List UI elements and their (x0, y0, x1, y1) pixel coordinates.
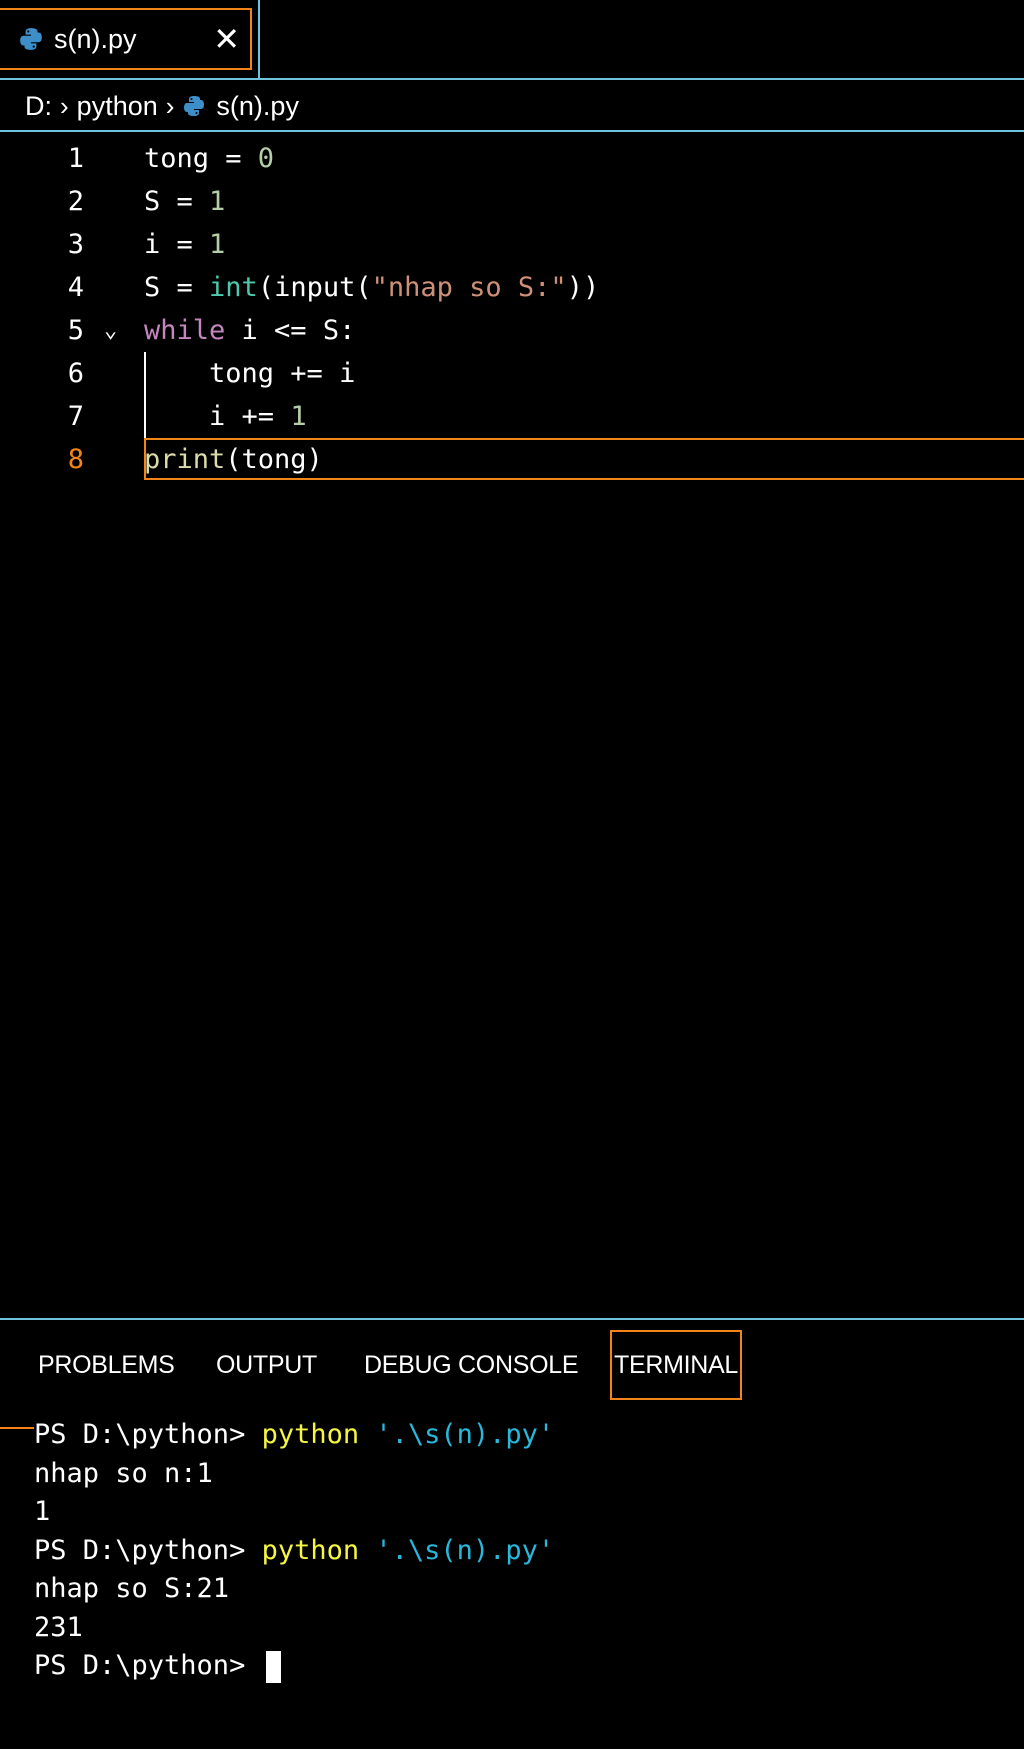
panel-tab-terminal[interactable]: TERMINAL (610, 1330, 743, 1400)
line-number: 4 (67, 272, 84, 303)
code-token: int (209, 272, 258, 303)
tab-label: s(n).py (54, 23, 137, 54)
code-token: 1 (290, 401, 307, 432)
line-number: 5 (67, 315, 84, 346)
terminal-line: PS D:\python> python '.\s(n).py' (34, 1532, 554, 1570)
code-token: (input( (257, 272, 372, 303)
breadcrumb-folder[interactable]: python (77, 91, 158, 122)
editor-tab[interactable]: s(n).py ✕ (0, 0, 260, 80)
code-editor[interactable]: 1 tong = 0 2 S = 1 3 i = 1 4 S = int(input("nha… (0, 134, 1024, 1318)
code-token: i <= S: (225, 315, 356, 346)
code-token: 0 (257, 143, 275, 174)
terminal-command: python (261, 1534, 360, 1566)
line-number: 8 (67, 444, 84, 475)
terminal-prompt: PS D:\python> (34, 1534, 262, 1566)
code-line[interactable]: 1 tong = 0 (0, 137, 1024, 180)
code-line[interactable]: 4 S = int(input("nhap so S:")) (0, 266, 1024, 309)
python-icon (20, 28, 42, 50)
panel-tab-problems[interactable]: PROBLEMS (38, 1330, 175, 1400)
terminal-line: PS D:\python> python '.\s(n).py' (34, 1416, 554, 1454)
terminal-marker (0, 1427, 34, 1429)
code-text: S = 1 (144, 180, 225, 223)
close-icon[interactable]: ✕ (213, 22, 240, 56)
code-token: 1 (209, 229, 226, 260)
terminal-line: nhap so S:21 (34, 1570, 229, 1608)
code-line[interactable]: 2 S = 1 (0, 180, 1024, 223)
terminal-output: 1 (34, 1496, 51, 1527)
breadcrumb-drive[interactable]: D: (25, 91, 52, 122)
breadcrumb: D: › python › s(n).py (0, 82, 1024, 132)
code-token: print (144, 444, 226, 475)
code-text: print(tong) (144, 438, 323, 481)
code-token: )) (566, 272, 600, 303)
terminal-line: 1 (34, 1493, 50, 1531)
editor-tab-bar: s(n).py ✕ (0, 0, 1024, 80)
line-number: 1 (67, 143, 84, 174)
code-token: (tong) (225, 444, 323, 475)
code-token: 1 (209, 186, 226, 217)
fold-chevron-icon[interactable]: ⌄ (104, 309, 117, 352)
terminal-argument: '.\s(n).py' (359, 1419, 555, 1450)
code-token: S = (144, 186, 210, 217)
code-text: S = int(input("nhap so S:")) (144, 266, 599, 309)
terminal-argument: '.\s(n).py' (359, 1534, 555, 1566)
chevron-right-icon: › (165, 90, 175, 121)
python-icon (184, 96, 205, 116)
code-text: tong += i (144, 352, 355, 395)
code-line[interactable]: 8 print(tong) (0, 438, 1024, 481)
panel-tab-output[interactable]: OUTPUT (216, 1330, 317, 1400)
terminal-output: nhap so n:1 (34, 1457, 213, 1489)
terminal-line: nhap so n:1 (34, 1455, 213, 1493)
panel-tab-bar: PROBLEMS OUTPUT DEBUG CONSOLE TERMINAL (0, 1330, 1024, 1400)
code-line[interactable]: 7 i += 1 (0, 395, 1024, 438)
line-number: 7 (67, 401, 84, 432)
terminal-prompt: PS D:\python> (34, 1650, 262, 1681)
breadcrumb-file[interactable]: s(n).py (216, 91, 299, 122)
code-line[interactable]: 6 tong += i (0, 352, 1024, 395)
terminal-output: nhap so S:21 (34, 1573, 230, 1604)
code-token: "nhap so S:" (371, 272, 567, 303)
line-number: 2 (67, 186, 84, 217)
code-token: tong += i (144, 358, 356, 389)
code-token: while (144, 315, 226, 346)
vscode-window: s(n).py ✕ D: › python › s(n).py 1 tong = … (0, 0, 1024, 1749)
terminal-cursor (265, 1650, 281, 1683)
editor-tab-focus-ring[interactable]: s(n).py ✕ (0, 8, 252, 70)
bottom-panel: PROBLEMS OUTPUT DEBUG CONSOLE TERMINAL PS D… (0, 1318, 1024, 1749)
code-text: i = 1 (144, 223, 225, 266)
line-number: 3 (67, 229, 84, 260)
terminal-line: PS D:\python> (34, 1647, 281, 1685)
code-token: S = (144, 272, 210, 303)
code-token: i = (144, 229, 210, 260)
panel-tab-debug-console[interactable]: DEBUG CONSOLE (364, 1330, 579, 1400)
chevron-right-icon: › (60, 90, 69, 121)
terminal-command: python (261, 1419, 360, 1450)
terminal-line: 231 (34, 1609, 83, 1647)
line-number: 6 (67, 358, 84, 389)
code-line[interactable]: 3 i = 1 (0, 223, 1024, 266)
code-line[interactable]: 5 ⌄ while i <= S: (0, 309, 1024, 352)
code-text: while i <= S: (144, 309, 355, 352)
indent-guide (144, 352, 146, 438)
terminal[interactable]: PS D:\python> python '.\s(n).py' nhap so … (0, 1416, 1024, 1736)
terminal-output: 231 (34, 1611, 83, 1643)
code-token: tong = (144, 143, 258, 174)
code-token: i += (144, 401, 291, 432)
terminal-prompt: PS D:\python> (34, 1419, 262, 1450)
code-text: i += 1 (144, 395, 307, 438)
code-text: tong = 0 (144, 137, 274, 180)
